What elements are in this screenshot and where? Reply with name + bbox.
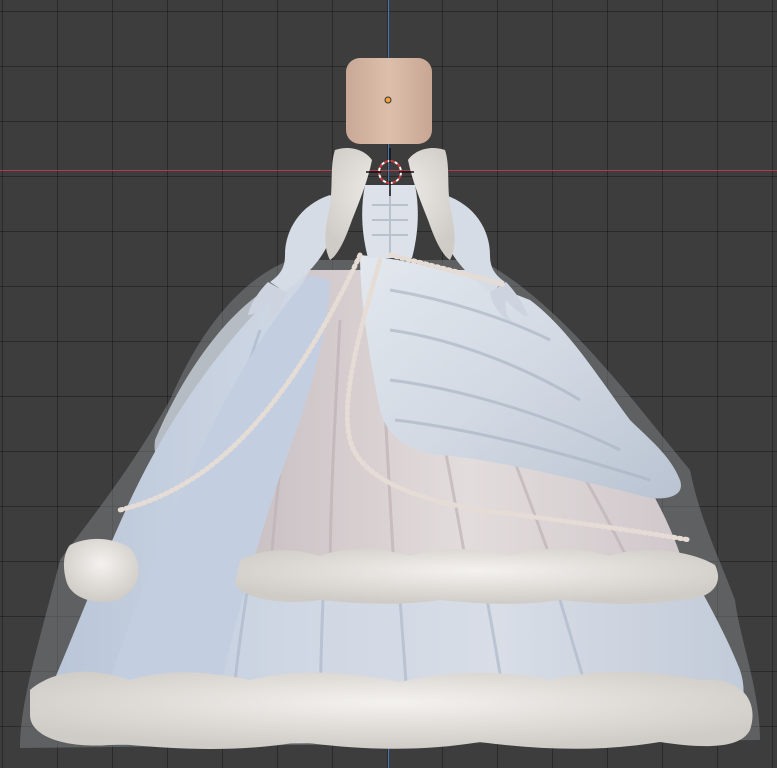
dress-model[interactable] (0, 0, 777, 768)
upper-fur-hem (235, 548, 719, 604)
lower-fur-hem (30, 671, 753, 749)
3d-viewport[interactable] (0, 0, 777, 768)
origin-dot-icon[interactable] (384, 96, 392, 104)
left-fur-cuff (63, 538, 139, 602)
